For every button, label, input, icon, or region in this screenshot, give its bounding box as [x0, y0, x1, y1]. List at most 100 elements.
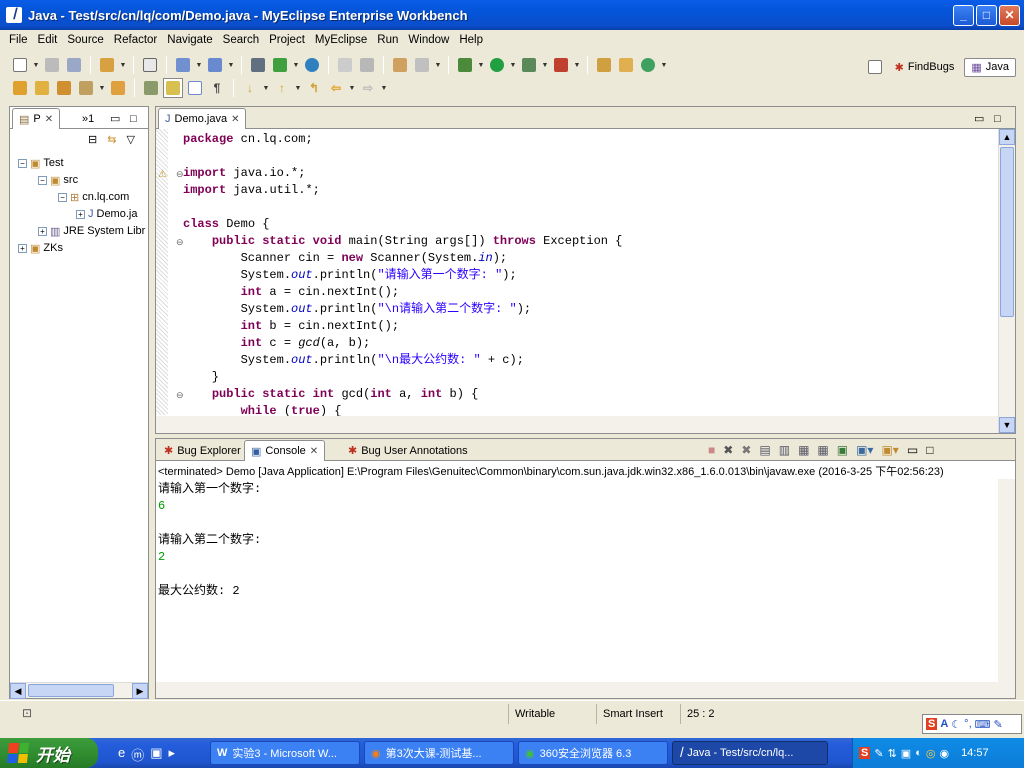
maximize-button[interactable]: □: [976, 4, 997, 26]
security-tray-icon[interactable]: ◎: [926, 747, 936, 760]
messenger-icon[interactable]: ⓜ: [131, 745, 144, 764]
code-area[interactable]: package cn.lq.com; import java.io.*; impo…: [183, 131, 622, 420]
deploy-icon[interactable]: [248, 55, 268, 75]
tab-package-explorer[interactable]: ▤ P ✕: [12, 108, 61, 129]
coverage-dropdown-icon[interactable]: ▼: [541, 55, 549, 75]
mark-occurrences-icon[interactable]: [163, 78, 183, 98]
run-server-icon[interactable]: [270, 55, 290, 75]
tab-bug-explorer[interactable]: ✱ Bug Explorer: [158, 440, 247, 461]
open-perspective-icon[interactable]: [865, 57, 885, 77]
forward-dropdown-icon[interactable]: ▼: [380, 78, 388, 98]
tab-demo-java[interactable]: J Demo.java ✕: [158, 108, 247, 129]
menu-window[interactable]: Window: [403, 34, 454, 46]
start-button[interactable]: 开始: [0, 738, 98, 768]
perspective-java[interactable]: ▦ Java: [964, 57, 1016, 77]
external-dropdown-icon[interactable]: ▼: [573, 55, 581, 75]
network-tray-icon[interactable]: ⇅: [888, 747, 897, 760]
save-disk-icon[interactable]: ▣: [150, 745, 162, 764]
new-server-icon[interactable]: [97, 55, 117, 75]
save-icon[interactable]: [42, 55, 62, 75]
scroll-thumb[interactable]: [28, 684, 114, 697]
editor-hscrollbar[interactable]: [156, 416, 998, 433]
scroll-lock-icon[interactable]: ▥: [779, 443, 790, 457]
ime-mode-icon[interactable]: A: [940, 718, 948, 730]
show-on-stderr-icon[interactable]: ▦: [817, 443, 828, 457]
open-file-icon[interactable]: [54, 78, 74, 98]
run-server-dropdown-icon[interactable]: ▼: [292, 55, 300, 75]
open-type-icon[interactable]: [390, 55, 410, 75]
collapse-all-icon[interactable]: ⊟: [88, 133, 97, 146]
tree-node-project[interactable]: − ▣ Test: [18, 155, 64, 171]
close-tab-icon[interactable]: ✕: [45, 114, 53, 125]
fast-view-icon[interactable]: ⊡: [22, 706, 32, 720]
print-icon[interactable]: [64, 55, 84, 75]
maximize-view-icon[interactable]: □: [926, 443, 933, 457]
minimize-button[interactable]: _: [953, 4, 974, 26]
coverage-icon[interactable]: [519, 55, 539, 75]
open-project-icon[interactable]: [10, 78, 30, 98]
open-folder-icon[interactable]: [32, 78, 52, 98]
console-output[interactable]: 请输入第一个数字: 6 请输入第二个数字: 2 最大公约数: 2: [158, 481, 261, 600]
explorer-hscrollbar[interactable]: ◀ ▶: [10, 682, 148, 699]
menu-file[interactable]: File: [4, 34, 33, 46]
collapse-icon[interactable]: −: [58, 192, 67, 202]
menu-help[interactable]: Help: [454, 34, 488, 46]
scroll-up-icon[interactable]: ▲: [999, 129, 1015, 145]
open-console-icon[interactable]: ▣▾: [881, 443, 898, 457]
menu-myeclipse[interactable]: MyEclipse: [310, 34, 372, 46]
terminate-icon[interactable]: ■: [708, 443, 715, 457]
console-hscrollbar[interactable]: [156, 682, 998, 698]
ie-icon[interactable]: e: [118, 745, 125, 764]
warning-marker-icon[interactable]: ⚠: [158, 169, 167, 180]
browser-globe-icon[interactable]: [302, 55, 322, 75]
scroll-left-icon[interactable]: ◀: [10, 683, 26, 699]
display-tray-icon[interactable]: ▣: [901, 747, 911, 760]
new-class-icon[interactable]: [638, 55, 658, 75]
view-menu-icon[interactable]: ▽: [126, 133, 134, 146]
tree-node-jre[interactable]: + ▥ JRE System Libr: [38, 223, 145, 239]
clear-console-icon[interactable]: ▤: [759, 443, 770, 457]
open-resource-icon[interactable]: [412, 55, 432, 75]
open-archive-icon[interactable]: [108, 78, 128, 98]
back-dropdown-icon[interactable]: ▼: [348, 78, 356, 98]
run-icon[interactable]: [487, 55, 507, 75]
menu-edit[interactable]: Edit: [33, 34, 63, 46]
link-with-editor-icon[interactable]: ⇆: [107, 133, 116, 146]
prev-annotation-dropdown-icon[interactable]: ▼: [294, 78, 302, 98]
refresh-icon[interactable]: [357, 55, 377, 75]
search-tool-icon[interactable]: [205, 55, 225, 75]
remove-all-icon[interactable]: ✖: [741, 443, 751, 457]
taskbar-item-myeclipse[interactable]: ꟾ Java - Test/src/cn/lq...: [672, 741, 828, 765]
minimize-view-icon[interactable]: ▭: [110, 108, 120, 129]
debug-dropdown-icon[interactable]: ▼: [477, 55, 485, 75]
collapse-icon[interactable]: −: [18, 158, 27, 168]
external-tools-icon[interactable]: [551, 55, 571, 75]
pin-console-icon[interactable]: ▣: [837, 443, 848, 457]
show-desktop-icon[interactable]: ▸: [169, 745, 176, 764]
tree-node-file[interactable]: + J Demo.ja: [76, 206, 137, 222]
next-annotation-icon[interactable]: ↓: [240, 78, 260, 98]
qq-tray-icon[interactable]: ◉: [939, 747, 949, 760]
close-tab-icon[interactable]: ✕: [310, 446, 318, 457]
forward-icon[interactable]: ⇨: [358, 78, 378, 98]
scroll-down-icon[interactable]: ▼: [999, 417, 1015, 433]
run-dropdown-icon[interactable]: ▼: [509, 55, 517, 75]
new-dropdown-icon[interactable]: ▼: [32, 55, 40, 75]
ime-keyboard-icon[interactable]: ⌨: [975, 718, 991, 731]
tab-overflow[interactable]: »1: [76, 108, 100, 129]
close-tab-icon[interactable]: ✕: [231, 114, 239, 125]
search-dropdown-icon[interactable]: ▼: [227, 55, 235, 75]
sogou-ime-icon[interactable]: S: [926, 718, 938, 730]
tree-node-src[interactable]: − ▣ src: [38, 172, 78, 188]
maximize-view-icon[interactable]: □: [994, 108, 1001, 129]
tree-node-package[interactable]: − ⊞ cn.lq.com: [58, 189, 129, 205]
maximize-view-icon[interactable]: □: [130, 108, 137, 129]
ime-moon-icon[interactable]: ☾: [951, 718, 961, 731]
editor-vscrollbar[interactable]: ▲ ▼: [998, 129, 1015, 433]
minimize-view-icon[interactable]: ▭: [974, 108, 984, 129]
menu-refactor[interactable]: Refactor: [109, 34, 162, 46]
new-icon[interactable]: [10, 55, 30, 75]
tab-bug-user-annotations[interactable]: ✱ Bug User Annotations: [342, 440, 474, 461]
wizard-icon[interactable]: [173, 55, 193, 75]
expand-icon[interactable]: +: [18, 243, 27, 253]
